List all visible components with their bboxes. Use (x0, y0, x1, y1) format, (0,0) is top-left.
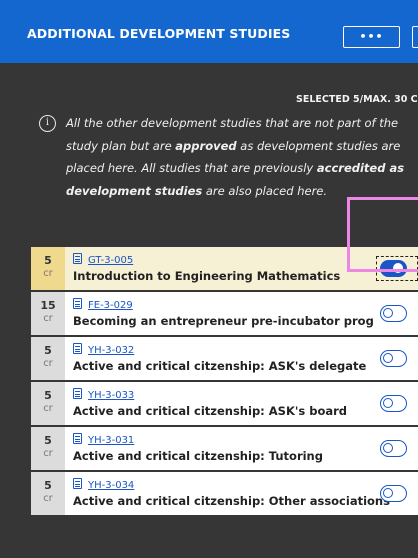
info-line-1: All the other development studies that a… (66, 116, 399, 130)
info-text-segment: placed here. All studies that are previo… (66, 161, 317, 175)
document-icon (73, 253, 82, 264)
course-code-line: YH-3-034 (73, 478, 134, 492)
credit-value: 5 (44, 254, 52, 267)
document-icon (73, 343, 82, 354)
credit-badge: 5 cr (31, 247, 65, 290)
course-name: Active and critical citzenship: ASK's bo… (73, 404, 348, 418)
toggle-knob (383, 488, 393, 498)
toggle-knob (383, 398, 393, 408)
course-name: Introduction to Engineering Mathematics (73, 269, 341, 283)
credit-badge: 5 cr (31, 427, 65, 470)
course-code-line: YH-3-033 (73, 388, 134, 402)
credit-badge: 5 cr (31, 382, 65, 425)
credit-unit: cr (43, 358, 53, 369)
document-icon (73, 478, 82, 489)
section-header: ADDITIONAL DEVELOPMENT STUDIES ••• (0, 0, 418, 63)
course-row[interactable]: 15 cr FE-3-029 Becoming an entrepreneur … (31, 292, 418, 335)
info-text-segment: as development studies are (236, 138, 401, 153)
credit-unit: cr (43, 448, 53, 459)
credit-unit: cr (43, 313, 53, 324)
info-line-2: study plan but are approved as developme… (66, 135, 418, 158)
info-text-segment: are also placed here. (202, 183, 328, 198)
course-select-toggle[interactable] (380, 440, 407, 457)
course-code-line: FE-3-029 (73, 298, 133, 312)
credit-value: 5 (44, 389, 52, 402)
toggle-knob (383, 308, 393, 318)
info-emphasis-development-studies: development studies (66, 183, 203, 198)
info-description: All the other development studies that a… (66, 112, 418, 202)
course-code-line: YH-3-031 (73, 433, 134, 447)
course-code-link[interactable]: GT-3-005 (88, 255, 133, 266)
highlight-annotation (347, 197, 418, 272)
info-text-segment: study plan but are (66, 138, 176, 153)
info-emphasis-accredited: accredited as (316, 161, 405, 175)
course-row[interactable]: 5 cr YH-3-034 Active and critical citzen… (31, 472, 418, 515)
document-icon (73, 433, 82, 444)
credit-unit: cr (43, 268, 53, 279)
course-code-link[interactable]: YH-3-033 (88, 390, 134, 401)
more-options-button[interactable]: ••• (343, 26, 400, 48)
course-code-link[interactable]: YH-3-031 (88, 435, 134, 446)
credit-value: 5 (44, 479, 52, 492)
course-select-toggle[interactable] (380, 350, 407, 367)
info-line-3: placed here. All studies that are previo… (66, 157, 418, 180)
development-studies-panel: SELECTED 5/MAX. 30 CR i All the other de… (0, 63, 418, 558)
credit-unit: cr (43, 403, 53, 414)
info-icon: i (39, 115, 56, 132)
toggle-knob (383, 353, 393, 363)
secondary-header-button[interactable] (412, 26, 418, 48)
course-name: Active and critical citzenship: Tutoring (73, 449, 323, 463)
course-name: Active and critical citzenship: ASK's de… (73, 359, 367, 373)
credit-badge: 5 cr (31, 472, 65, 515)
course-code-line: GT-3-005 (73, 253, 133, 267)
document-icon (73, 298, 82, 309)
info-emphasis-approved: approved (175, 138, 237, 153)
credit-value: 15 (40, 299, 56, 312)
selected-credits-count: SELECTED 5/MAX. 30 CR (296, 94, 418, 105)
course-row[interactable]: 5 cr YH-3-031 Active and critical citzen… (31, 427, 418, 470)
course-select-toggle[interactable] (380, 485, 407, 502)
course-select-toggle[interactable] (380, 305, 407, 322)
course-code-link[interactable]: YH-3-034 (88, 480, 134, 491)
course-code-link[interactable]: YH-3-032 (88, 345, 134, 356)
toggle-knob (383, 443, 393, 453)
credit-badge: 15 cr (31, 292, 65, 335)
credit-badge: 5 cr (31, 337, 65, 380)
course-row[interactable]: 5 cr YH-3-033 Active and critical citzen… (31, 382, 418, 425)
course-code-line: YH-3-032 (73, 343, 134, 357)
course-name: Becoming an entrepreneur pre-incubator p… (73, 314, 373, 328)
credit-unit: cr (43, 493, 53, 504)
course-name: Active and critical citzenship: Other as… (73, 494, 390, 508)
credit-value: 5 (44, 434, 52, 447)
credit-value: 5 (44, 344, 52, 357)
section-title: ADDITIONAL DEVELOPMENT STUDIES (27, 26, 291, 41)
course-code-link[interactable]: FE-3-029 (88, 300, 133, 311)
document-icon (73, 388, 82, 399)
course-row[interactable]: 5 cr YH-3-032 Active and critical citzen… (31, 337, 418, 380)
course-select-toggle[interactable] (380, 395, 407, 412)
